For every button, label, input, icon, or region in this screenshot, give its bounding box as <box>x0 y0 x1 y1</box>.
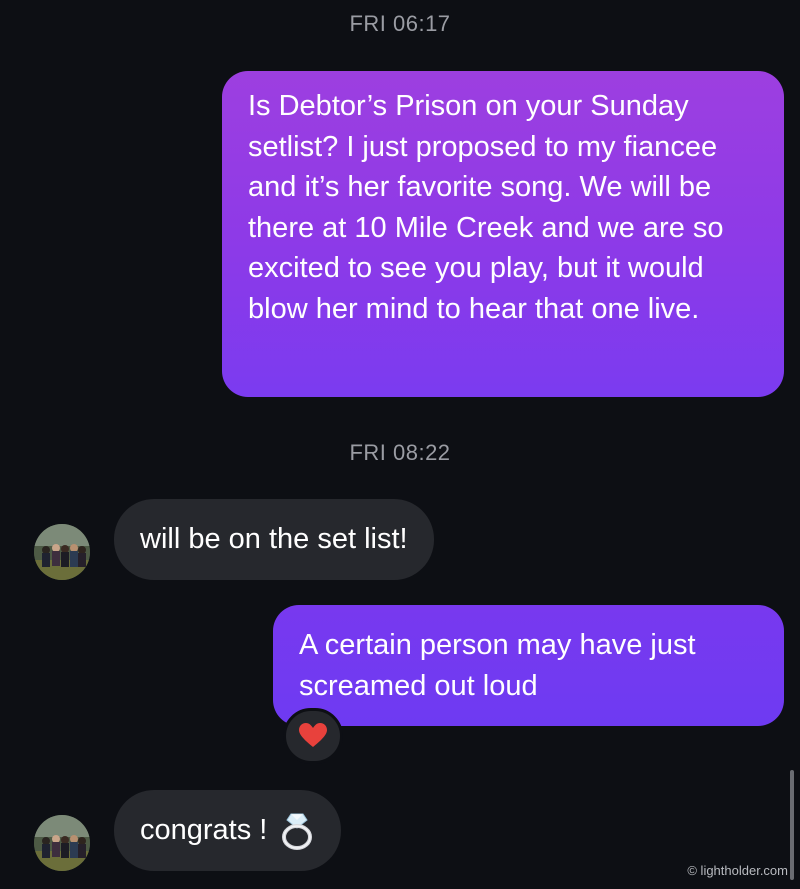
scrollbar[interactable] <box>790 770 794 880</box>
outgoing-message[interactable]: Is Debtor’s Prison on your Sunday setlis… <box>222 71 784 397</box>
message-text: congrats ! <box>140 814 268 846</box>
group-photo <box>34 524 90 580</box>
timestamp: FRI 08:22 <box>349 440 451 465</box>
avatar[interactable] <box>34 524 90 580</box>
message-reaction[interactable] <box>283 708 343 764</box>
ring-icon <box>282 813 313 851</box>
avatar[interactable] <box>34 815 90 871</box>
message-text: will be on the set list! <box>140 523 408 555</box>
heart-icon <box>299 723 327 747</box>
group-photo <box>34 815 90 871</box>
incoming-message[interactable]: congrats ! <box>114 790 342 871</box>
message-text: Is Debtor’s Prison on your Sunday setlis… <box>248 90 724 325</box>
incoming-message[interactable]: will be on the set list! <box>114 499 434 580</box>
message-text: A certain person may have just screamed … <box>299 629 696 702</box>
watermark: © lightholder.com <box>687 863 788 878</box>
timestamp: FRI 06:17 <box>349 11 451 36</box>
outgoing-message[interactable]: A certain person may have just screamed … <box>273 605 784 726</box>
